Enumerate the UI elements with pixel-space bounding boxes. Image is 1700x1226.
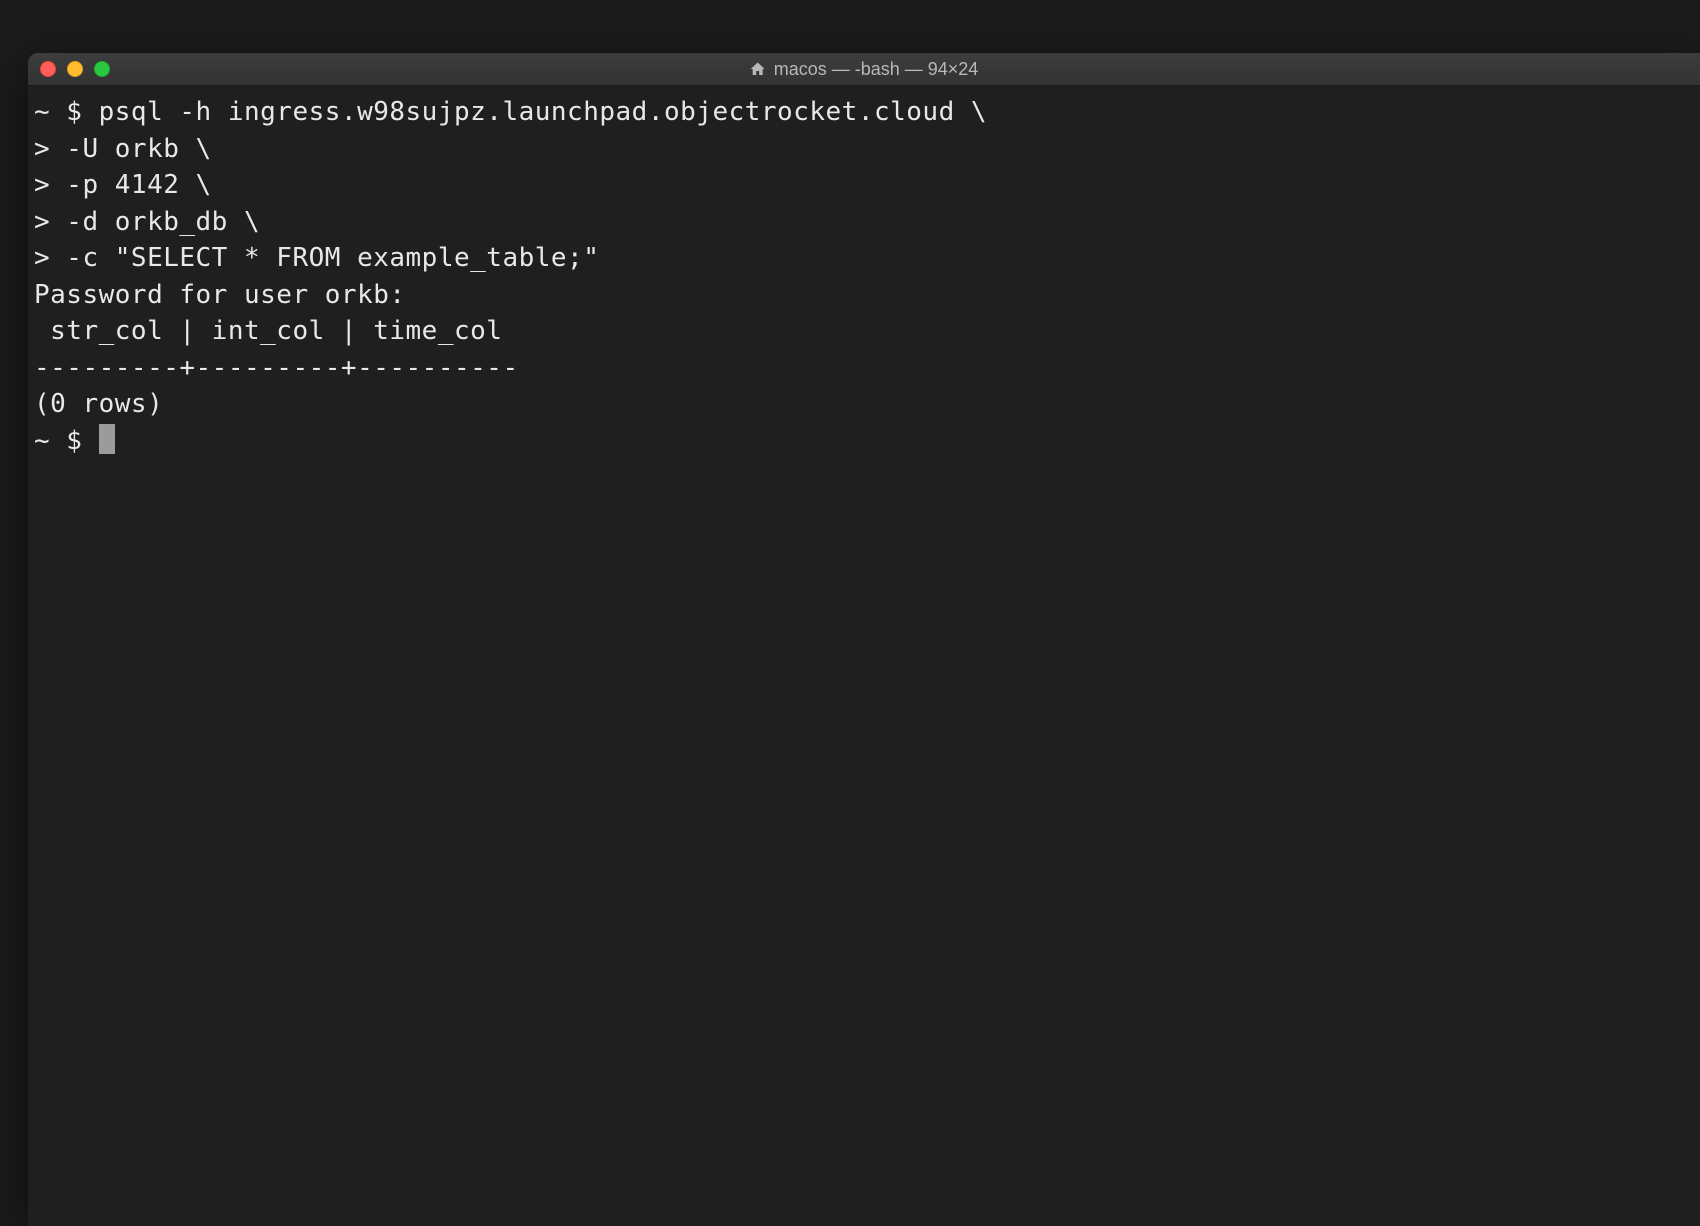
close-button[interactable] xyxy=(40,61,56,77)
terminal-line: > -U orkb \ xyxy=(34,131,1694,168)
zoom-button[interactable] xyxy=(94,61,110,77)
terminal-line: > -p 4142 \ xyxy=(34,167,1694,204)
minimize-button[interactable] xyxy=(67,61,83,77)
terminal-line: str_col | int_col | time_col xyxy=(34,313,1694,350)
terminal-prompt: ~ $ xyxy=(34,426,99,456)
terminal-line: > -c "SELECT * FROM example_table;" xyxy=(34,240,1694,277)
window-title: macos — -bash — 94×24 xyxy=(750,59,979,80)
terminal-cursor xyxy=(99,424,115,454)
terminal-line: > -d orkb_db \ xyxy=(34,204,1694,241)
terminal-prompt-line: ~ $ xyxy=(34,423,1694,460)
terminal-line: Password for user orkb: xyxy=(34,277,1694,314)
terminal-line: ---------+---------+---------- xyxy=(34,350,1694,387)
home-icon xyxy=(750,61,766,77)
window-title-text: macos — -bash — 94×24 xyxy=(774,59,979,80)
traffic-lights xyxy=(40,61,110,77)
terminal-body[interactable]: ~ $ psql -h ingress.w98sujpz.launchpad.o… xyxy=(28,86,1700,1226)
window-title-bar[interactable]: macos — -bash — 94×24 xyxy=(28,53,1700,86)
terminal-line: (0 rows) xyxy=(34,386,1694,423)
terminal-window: macos — -bash — 94×24 ~ $ psql -h ingres… xyxy=(28,53,1700,1226)
terminal-line: ~ $ psql -h ingress.w98sujpz.launchpad.o… xyxy=(34,94,1694,131)
